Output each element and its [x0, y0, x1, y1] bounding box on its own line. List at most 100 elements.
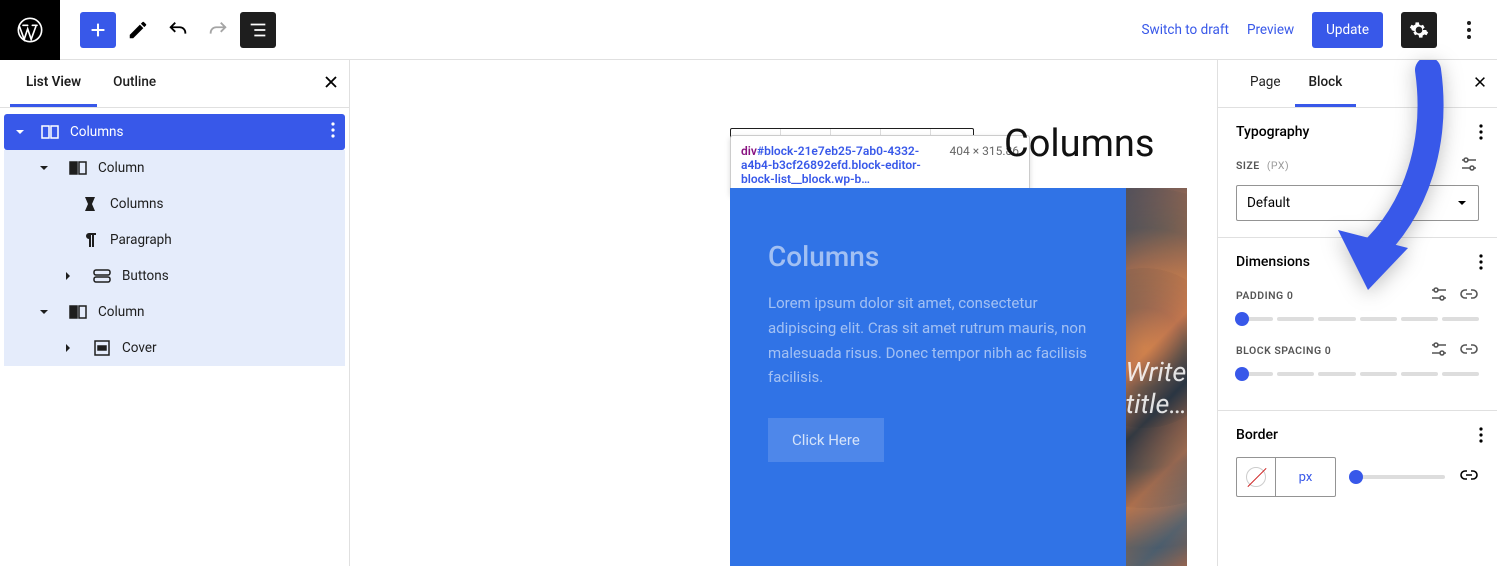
- columns-block[interactable]: Columns Lorem ipsum dolor sit amet, cons…: [730, 188, 1187, 566]
- tree-item-label: Paragraph: [110, 232, 172, 248]
- tree-item-label: Column: [98, 160, 145, 176]
- tooltip-selector: #block-21e7eb25-7ab0-4332-a4b4-b3cf26892…: [741, 144, 921, 186]
- cover-title-placeholder[interactable]: Write title…: [1126, 356, 1187, 420]
- border-controls-row: px: [1236, 457, 1479, 497]
- border-panel: Border px: [1218, 411, 1497, 513]
- paragraph-block-icon: [80, 230, 100, 250]
- tree-item-label: Buttons: [122, 268, 169, 284]
- chevron-down-icon[interactable]: [34, 306, 54, 318]
- update-button[interactable]: Update: [1312, 12, 1383, 48]
- buttons-block-icon: [92, 266, 112, 286]
- slider-thumb[interactable]: [1235, 367, 1249, 381]
- padding-slider[interactable]: [1236, 317, 1479, 321]
- block-tree: Columns Column Columns Paragraph Buttons: [0, 108, 349, 372]
- chevron-right-icon[interactable]: [58, 270, 78, 282]
- close-icon: [323, 74, 339, 90]
- column-right-cover[interactable]: Write title…: [1126, 188, 1187, 566]
- tab-list-view[interactable]: List View: [10, 60, 97, 107]
- panel-heading: Border: [1236, 427, 1479, 443]
- link-sides-icon[interactable]: [1459, 284, 1479, 307]
- kebab-icon: [1467, 21, 1471, 39]
- tree-item-label: Cover: [122, 340, 157, 356]
- toolbar-left-group: [0, 0, 276, 59]
- columns-block-icon: [40, 122, 60, 142]
- block-spacing-label: Block Spacing 0: [1236, 339, 1479, 362]
- typography-panel: Typography Size (PX) Default: [1218, 108, 1497, 238]
- settings-sliders-icon[interactable]: [1429, 284, 1449, 307]
- column-block-icon: [68, 302, 88, 322]
- tree-item-buttons[interactable]: Buttons: [4, 258, 345, 294]
- panel-options-button[interactable]: [1479, 254, 1483, 274]
- gear-icon: [1409, 20, 1429, 40]
- plus-icon: [87, 19, 109, 41]
- columns-block-icon: [80, 194, 100, 214]
- close-icon: [1473, 75, 1487, 89]
- devtools-element-tooltip: div#block-21e7eb25-7ab0-4332-a4b4-b3cf26…: [730, 135, 1030, 195]
- settings-sliders-icon[interactable]: [1459, 154, 1479, 177]
- link-sides-icon[interactable]: [1459, 339, 1479, 362]
- add-block-button[interactable]: [80, 12, 116, 48]
- tree-item-label: Columns: [70, 124, 123, 140]
- editor-top-toolbar: Switch to draft Preview Update: [0, 0, 1497, 60]
- border-unit-select[interactable]: px: [1276, 457, 1336, 497]
- panel-heading: Typography: [1236, 124, 1479, 140]
- close-left-panel-button[interactable]: [323, 74, 339, 94]
- tree-item-columns-inner[interactable]: Columns: [4, 186, 345, 222]
- border-width-slider[interactable]: [1350, 475, 1445, 479]
- options-menu-button[interactable]: [1455, 12, 1483, 48]
- edit-tool-button[interactable]: [120, 12, 156, 48]
- panel-options-button[interactable]: [1479, 427, 1483, 447]
- tree-item-label: Columns: [110, 196, 163, 212]
- tree-item-options-button[interactable]: [331, 122, 335, 142]
- tree-item-column[interactable]: Column: [4, 150, 345, 186]
- main-area: List View Outline Columns Column Column: [0, 60, 1497, 566]
- size-label: Size (PX): [1236, 154, 1479, 177]
- tree-item-label: Column: [98, 304, 145, 320]
- link-sides-icon[interactable]: [1459, 465, 1479, 489]
- tree-item-cover[interactable]: Cover: [4, 330, 345, 366]
- redo-button[interactable]: [200, 12, 236, 48]
- content-button[interactable]: Click Here: [768, 418, 884, 462]
- slider-thumb[interactable]: [1235, 312, 1249, 326]
- toolbar-tool-icons: [60, 12, 276, 48]
- switch-to-draft-button[interactable]: Switch to draft: [1142, 22, 1229, 38]
- left-panel-tabs: List View Outline: [0, 60, 349, 108]
- panel-options-button[interactable]: [1479, 124, 1483, 144]
- sidebar-tabs: Page Block: [1218, 60, 1497, 108]
- cover-block-icon: [92, 338, 112, 358]
- page-title[interactable]: Columns: [1004, 122, 1155, 166]
- pencil-icon: [127, 19, 149, 41]
- settings-sliders-icon[interactable]: [1429, 339, 1449, 362]
- tab-block[interactable]: Block: [1295, 60, 1357, 107]
- content-paragraph[interactable]: Lorem ipsum dolor sit amet, consectetur …: [768, 291, 1088, 390]
- chevron-down-icon[interactable]: [10, 126, 30, 138]
- settings-toggle-button[interactable]: [1401, 12, 1437, 48]
- tree-item-column[interactable]: Column: [4, 294, 345, 330]
- select-value: Default: [1247, 195, 1290, 211]
- border-color-picker[interactable]: [1236, 457, 1276, 497]
- font-size-select[interactable]: Default: [1236, 185, 1479, 221]
- document-outline-panel: List View Outline Columns Column Column: [0, 60, 350, 566]
- chevron-down-icon[interactable]: [34, 162, 54, 174]
- tab-page[interactable]: Page: [1236, 60, 1295, 107]
- undo-button[interactable]: [160, 12, 196, 48]
- wordpress-icon: [16, 16, 44, 44]
- tree-item-columns[interactable]: Columns: [4, 114, 345, 150]
- preview-button[interactable]: Preview: [1247, 22, 1294, 38]
- list-view-icon: [247, 19, 269, 41]
- no-color-icon: [1246, 467, 1266, 487]
- tree-item-paragraph[interactable]: Paragraph: [4, 222, 345, 258]
- editor-canvas[interactable]: div#block-21e7eb25-7ab0-4332-a4b4-b3cf26…: [350, 60, 1217, 566]
- undo-icon: [167, 19, 189, 41]
- wordpress-logo[interactable]: [0, 0, 60, 60]
- chevron-right-icon[interactable]: [58, 342, 78, 354]
- tab-outline[interactable]: Outline: [97, 60, 172, 107]
- content-heading[interactable]: Columns: [768, 240, 1088, 273]
- close-sidebar-button[interactable]: [1473, 75, 1487, 93]
- block-spacing-slider[interactable]: [1236, 372, 1479, 376]
- chevron-down-icon: [1456, 197, 1468, 209]
- padding-label: Padding 0: [1236, 284, 1479, 307]
- column-left[interactable]: Columns Lorem ipsum dolor sit amet, cons…: [730, 188, 1126, 566]
- column-block-icon: [68, 158, 88, 178]
- list-view-toggle-button[interactable]: [240, 12, 276, 48]
